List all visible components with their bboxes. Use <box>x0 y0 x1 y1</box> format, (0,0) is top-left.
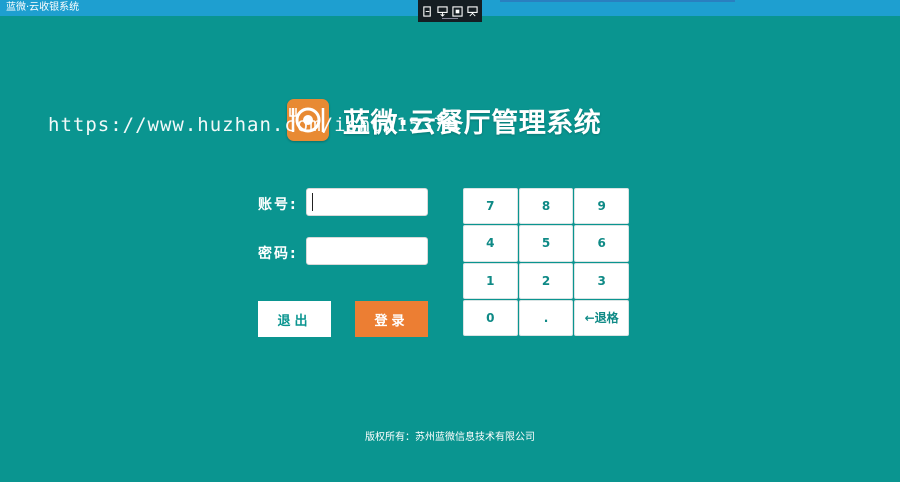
page-icon[interactable] <box>422 5 433 17</box>
floating-toolbar[interactable] <box>418 0 482 22</box>
text-caret <box>312 193 313 211</box>
window-title: 蓝微·云收银系统 <box>6 2 80 13</box>
copyright-footer: 版权所有：苏州蓝微信息技术有限公司 <box>365 432 535 443</box>
share-icon[interactable] <box>467 5 478 17</box>
key-5[interactable]: 5 <box>518 225 574 262</box>
key-1[interactable]: 1 <box>463 262 518 299</box>
key-0[interactable]: 0 <box>463 299 518 336</box>
titlebar-strip <box>500 0 735 2</box>
window-icon[interactable] <box>452 5 463 17</box>
watermark-url: https://www.huzhan.com/ishop15376 <box>48 114 459 136</box>
key-9[interactable]: 9 <box>574 188 629 225</box>
key-dot[interactable]: . <box>518 299 574 336</box>
toolbar-handle[interactable] <box>442 18 458 19</box>
key-4[interactable]: 4 <box>463 225 518 262</box>
exit-button[interactable]: 退出 <box>258 301 331 337</box>
key-3[interactable]: 3 <box>574 262 629 299</box>
key-6[interactable]: 6 <box>574 225 629 262</box>
account-input[interactable] <box>306 188 428 216</box>
password-label: 密码: <box>258 246 298 262</box>
monitor-down-icon[interactable] <box>437 5 448 17</box>
key-backspace[interactable]: ←退格 <box>574 299 629 336</box>
account-label: 账号: <box>258 197 298 213</box>
key-7[interactable]: 7 <box>463 188 518 225</box>
numeric-keypad: 7 8 9 4 5 6 1 2 3 0 . ←退格 <box>463 188 629 336</box>
key-2[interactable]: 2 <box>518 262 574 299</box>
password-input[interactable] <box>306 237 428 265</box>
login-button[interactable]: 登录 <box>355 301 428 337</box>
key-8[interactable]: 8 <box>518 188 574 225</box>
